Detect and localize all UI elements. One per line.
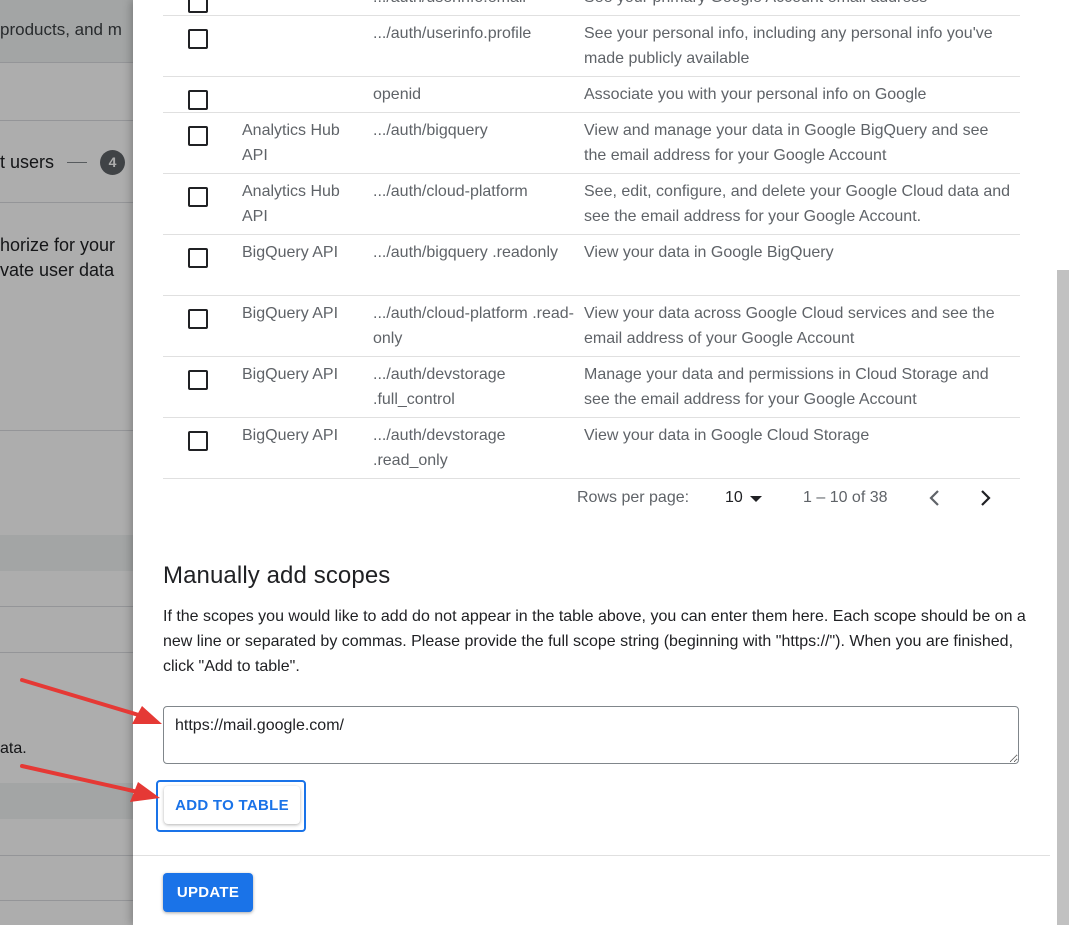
description-cell: Manage your data and permissions in Clou… <box>584 366 989 408</box>
scope-cell: .../auth/devstorage .full_control <box>373 366 506 408</box>
scope-cell: .../auth/devstorage .read_only <box>373 427 506 469</box>
manual-scopes-description: If the scopes you would like to add do n… <box>163 608 1026 675</box>
scope-cell: .../auth/bigquery .readonly <box>373 244 559 261</box>
row-checkbox[interactable] <box>188 126 208 146</box>
api-cell: BigQuery API <box>242 244 339 261</box>
scope-cell: .../auth/userinfo.profile <box>373 25 532 42</box>
row-checkbox[interactable] <box>188 0 208 13</box>
description-cell: View your data across Google Cloud servi… <box>584 305 995 347</box>
annotation-arrow-icon <box>20 678 162 724</box>
row-checkbox[interactable] <box>188 248 208 268</box>
table-row[interactable]: .../auth/userinfo.profile See your perso… <box>163 16 1020 77</box>
annotation-arrow-icon <box>20 764 160 802</box>
manual-scopes-input[interactable]: https://mail.google.com/ <box>163 706 1019 764</box>
row-checkbox[interactable] <box>188 370 208 390</box>
row-checkbox[interactable] <box>188 309 208 329</box>
scrollbar-thumb[interactable] <box>1057 270 1069 925</box>
table-row[interactable]: .../auth/userinfo.email See your primary… <box>163 0 1020 16</box>
rows-per-page-select[interactable]: 10 <box>725 489 743 507</box>
table-row[interactable]: BigQuery API .../auth/devstorage .read_o… <box>163 418 1020 479</box>
chevron-left-icon[interactable] <box>923 486 947 510</box>
api-cell: BigQuery API <box>242 366 339 383</box>
add-to-table-button[interactable]: ADD TO TABLE <box>164 786 300 824</box>
pagination-range: 1 – 10 of 38 <box>803 489 888 506</box>
description-cell: See your primary Google Account email ad… <box>584 0 1014 10</box>
scope-cell: .../auth/cloud-platform <box>373 183 528 200</box>
caret-down-icon[interactable] <box>750 496 762 502</box>
row-checkbox[interactable] <box>188 29 208 49</box>
table-row[interactable]: openid Associate you with your personal … <box>163 77 1020 113</box>
row-checkbox[interactable] <box>188 90 208 110</box>
table-row[interactable]: BigQuery API .../auth/devstorage .full_c… <box>163 357 1020 418</box>
table-row[interactable]: Analytics Hub API .../auth/bigquery View… <box>163 113 1020 174</box>
row-checkbox[interactable] <box>188 431 208 451</box>
api-cell: BigQuery API <box>242 427 339 444</box>
row-checkbox[interactable] <box>188 187 208 207</box>
description-cell: View and manage your data in Google BigQ… <box>584 122 989 164</box>
footer-divider <box>133 855 1050 856</box>
description-cell: Associate you with your personal info on… <box>584 86 927 103</box>
scope-cell: .../auth/cloud-platform .read-only <box>373 305 574 347</box>
scope-cell: openid <box>373 86 422 103</box>
scope-cell: .../auth/userinfo.email <box>373 0 578 10</box>
description-cell: See your personal info, including any pe… <box>584 25 993 67</box>
api-cell: BigQuery API <box>242 305 339 322</box>
description-cell: View your data in Google Cloud Storage <box>584 427 870 444</box>
scope-cell: .../auth/bigquery <box>373 122 488 139</box>
api-cell: Analytics Hub API <box>242 122 340 164</box>
update-button[interactable]: UPDATE <box>163 873 253 912</box>
table-row[interactable]: Analytics Hub API .../auth/cloud-platfor… <box>163 174 1020 235</box>
chevron-right-icon[interactable] <box>973 486 997 510</box>
description-cell: View your data in Google BigQuery <box>584 244 834 261</box>
manual-scopes-title: Manually add scopes <box>163 562 391 589</box>
table-pagination: Rows per page: 10 1 – 10 of 38 <box>163 480 1020 520</box>
rows-per-page-label: Rows per page: <box>577 489 690 506</box>
api-cell: Analytics Hub API <box>242 183 340 225</box>
table-row[interactable]: BigQuery API .../auth/bigquery .readonly… <box>163 235 1020 296</box>
description-cell: See, edit, configure, and delete your Go… <box>584 183 1011 225</box>
table-row[interactable]: BigQuery API .../auth/cloud-platform .re… <box>163 296 1020 357</box>
